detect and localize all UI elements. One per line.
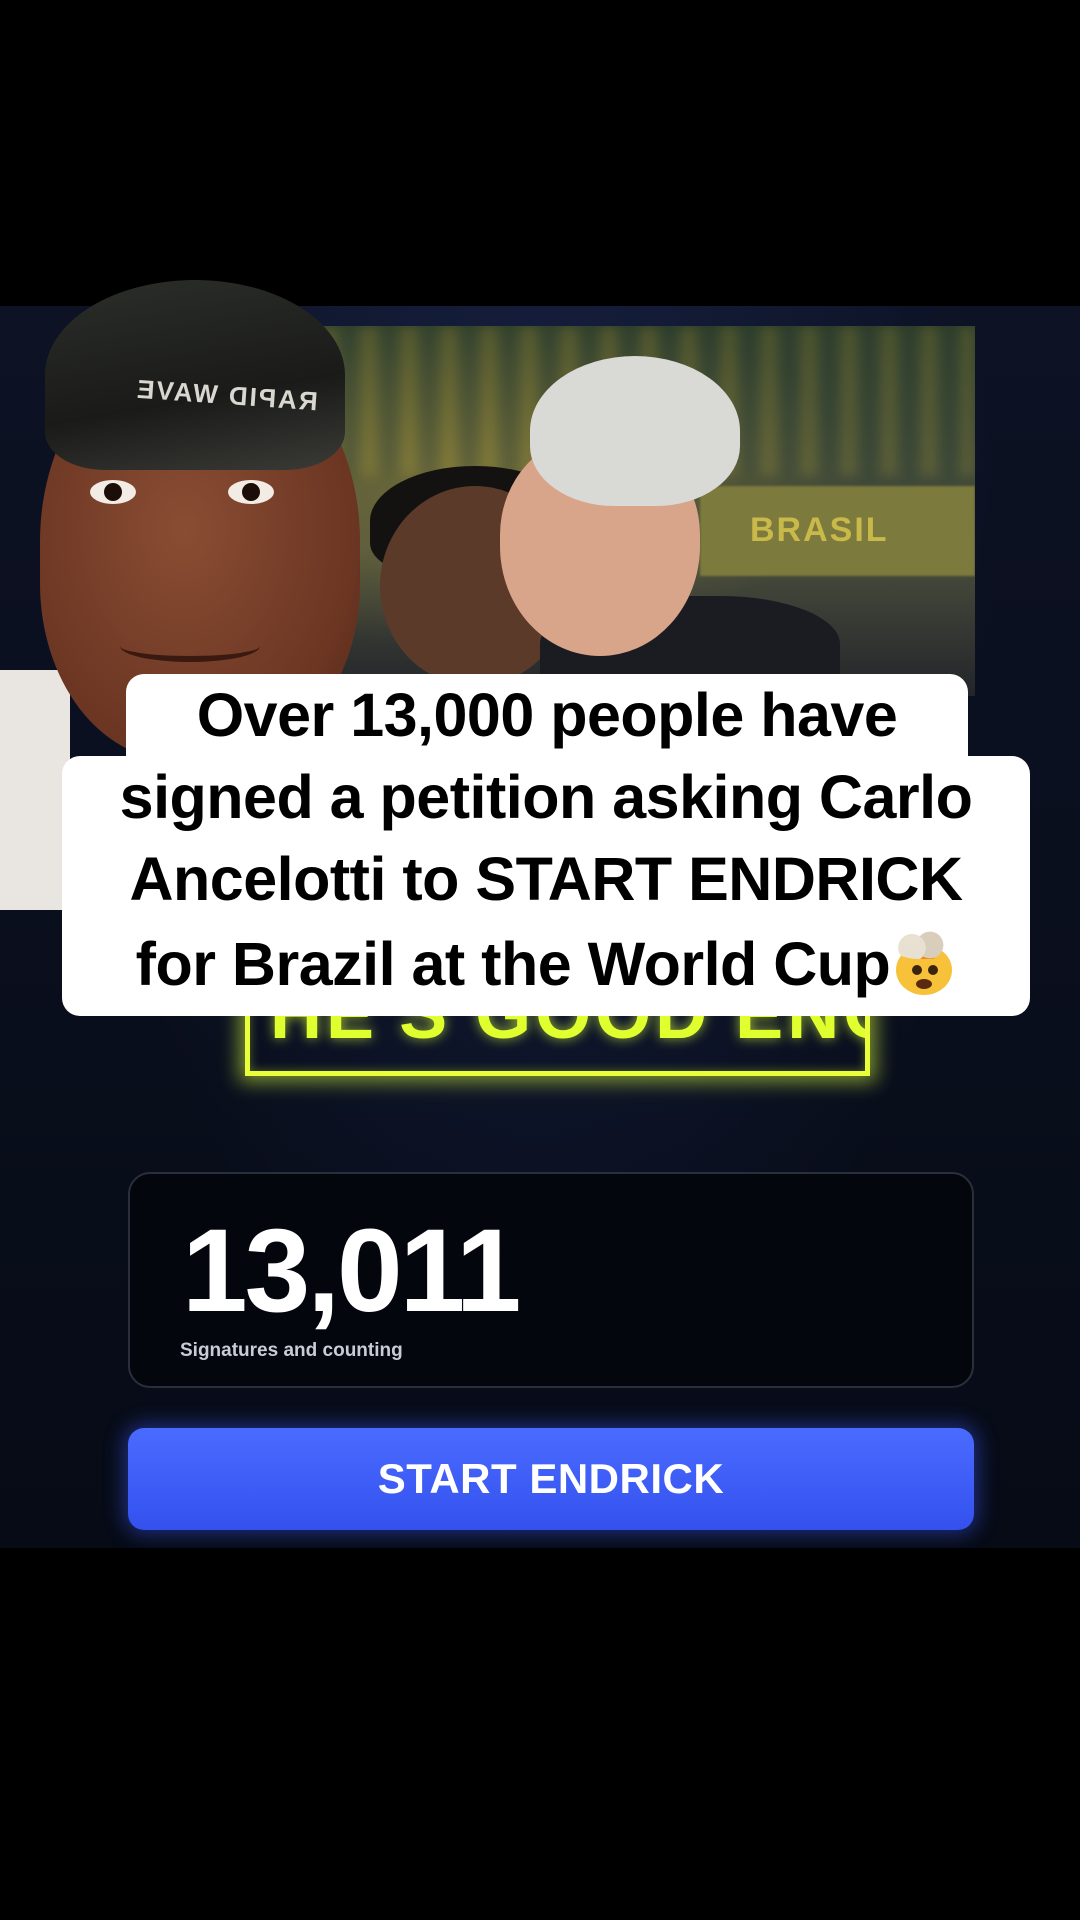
creator-mouth [120,630,260,662]
durag-print: RAPID WAVE [134,373,319,417]
signature-counter-card: 13,011 Signatures and counting [128,1172,974,1388]
start-endrick-button[interactable]: START ENDRICK [128,1428,974,1530]
creator-cutout: RAPID WAVE [0,280,380,910]
coach-hair [530,356,740,506]
letterbox-top [0,0,1080,306]
signature-count: 13,011 [182,1205,521,1337]
video-frame: BRASIL HE'S GOOD ENOUGH 13,011 Signature… [0,0,1080,1920]
letterbox-bottom [0,1548,1080,1920]
neon-sign-text: HE'S GOOD ENOUGH [270,996,865,1054]
creator-right-eye [228,480,274,504]
signature-count-label: Signatures and counting [180,1340,403,1361]
stadium-banner-text: BRASIL [750,511,889,549]
creator-durag: RAPID WAVE [45,280,345,470]
creator-left-eye [90,480,136,504]
neon-sign: HE'S GOOD ENOUGH [245,996,870,1076]
creator-shirt [0,670,70,910]
